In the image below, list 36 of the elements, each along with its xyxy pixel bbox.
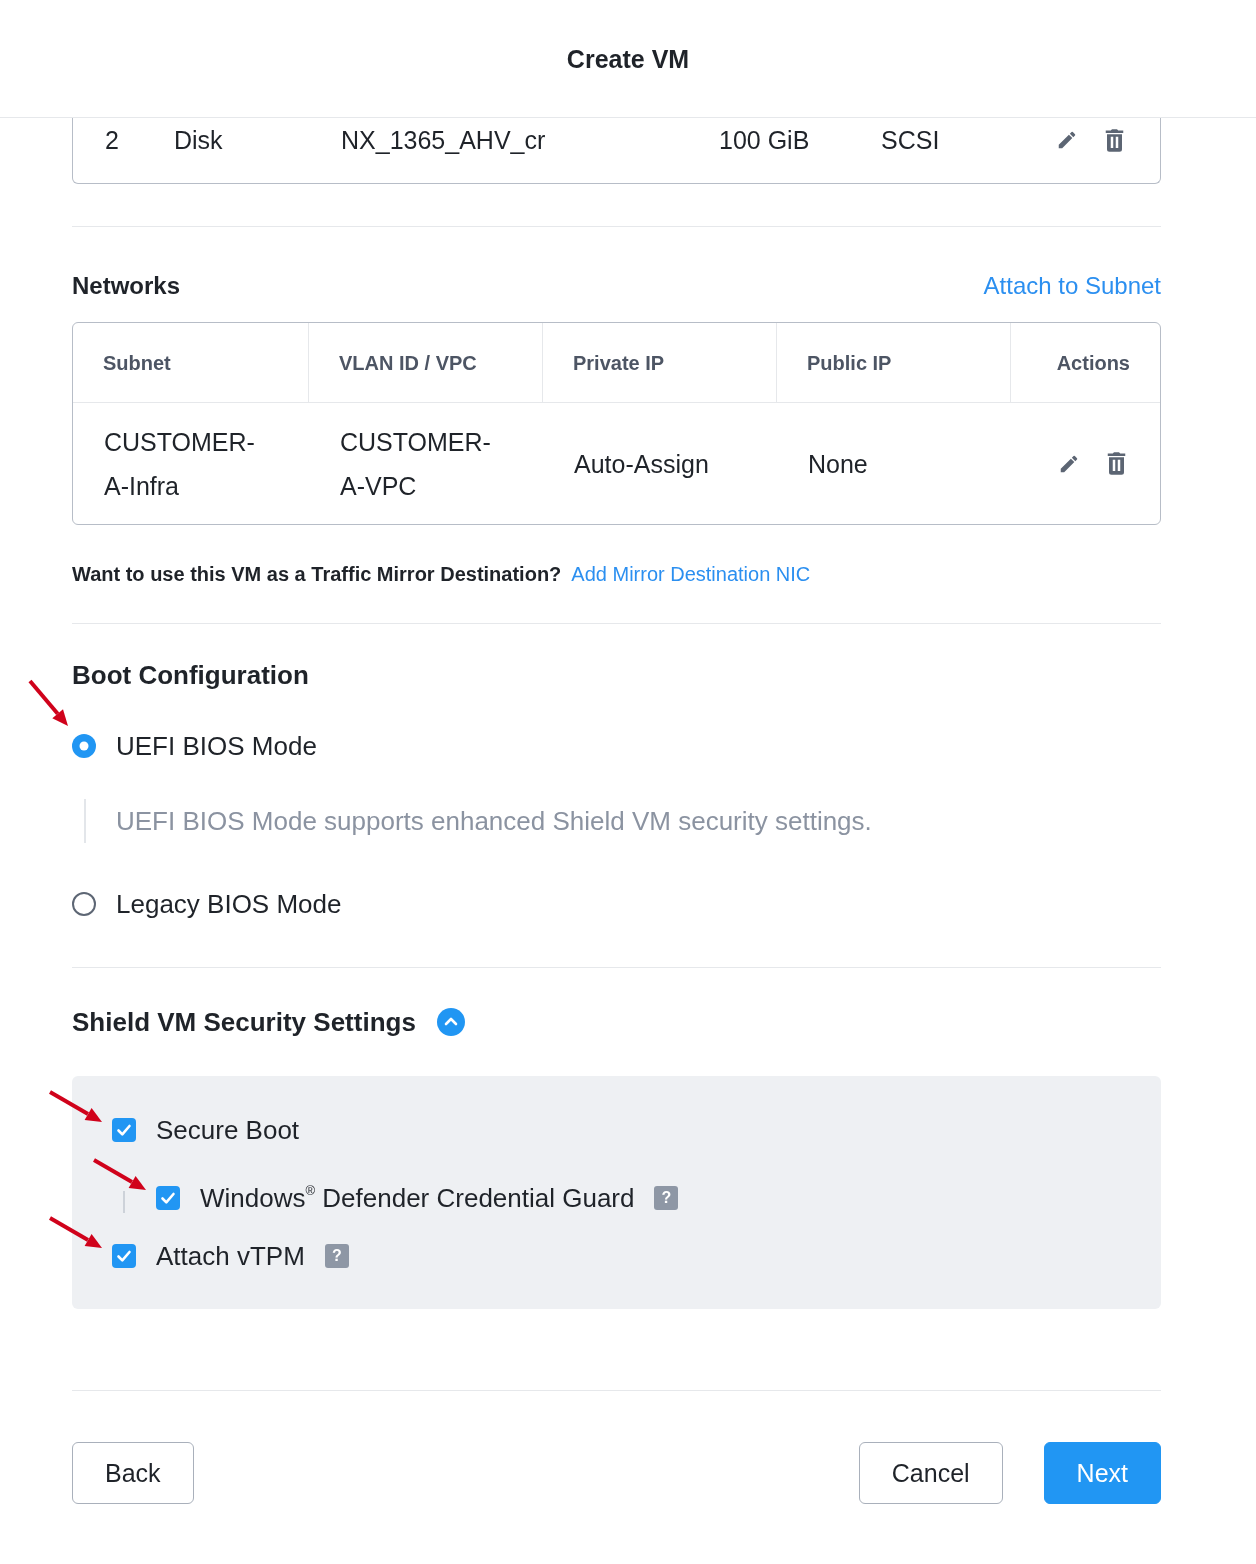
section-title: Shield VM Security Settings	[72, 1006, 416, 1038]
footer-button[interactable]: Back	[72, 1442, 194, 1504]
option-label[interactable]: UEFI BIOS Mode	[116, 730, 317, 762]
column-header: Actions	[1055, 350, 1131, 376]
option-label[interactable]: Legacy BIOS Mode	[116, 888, 342, 920]
column-header: Public IP	[777, 323, 1011, 402]
footer-button[interactable]: Cancel	[858, 1442, 1003, 1504]
table-cell-text: Auto-Assign	[573, 448, 710, 480]
trash-icon[interactable]	[1104, 127, 1125, 153]
table-cell: 2	[105, 125, 119, 155]
checkbox[interactable]	[156, 1186, 180, 1210]
column-header: Subnet	[73, 323, 309, 402]
table-cell: NX_1365_AHV_cr	[341, 125, 546, 155]
table-cell-text: CUSTOMER-A-Infra	[103, 426, 256, 502]
column-header: Private IP	[543, 323, 777, 402]
radio-button[interactable]	[72, 892, 96, 916]
checkbox[interactable]	[112, 1244, 136, 1268]
table-cell-text: None	[807, 448, 869, 480]
mirror-question: Want to use this VM as a Traffic Mirror Destination?	[72, 562, 562, 586]
table-cell: SCSI	[881, 125, 940, 155]
checkbox[interactable]	[112, 1118, 136, 1142]
radio-button[interactable]	[72, 734, 96, 758]
option-description: UEFI BIOS Mode supports enhanced Shield VM security settings.	[116, 806, 872, 836]
section-title: Networks	[72, 271, 181, 301]
table-cell-text: CUSTOMER-A-VPC	[339, 426, 492, 502]
chevron-up-icon[interactable]	[436, 1008, 465, 1036]
table-cell: 100 GiB	[719, 125, 810, 155]
pencil-icon[interactable]	[1056, 129, 1078, 151]
table-cell: Disk	[174, 125, 223, 155]
checkbox-label[interactable]: Windows$^{®}$ Defender Credential Guard	[200, 1182, 635, 1214]
checkbox-label[interactable]: Attach vTPM	[156, 1240, 305, 1272]
window-title: Create VM	[566, 43, 690, 74]
trash-icon[interactable]	[1106, 451, 1127, 476]
checkbox-label[interactable]: Secure Boot	[156, 1114, 300, 1146]
column-header: VLAN ID / VPC	[309, 323, 543, 402]
section-title: Boot Configuration	[72, 659, 309, 691]
